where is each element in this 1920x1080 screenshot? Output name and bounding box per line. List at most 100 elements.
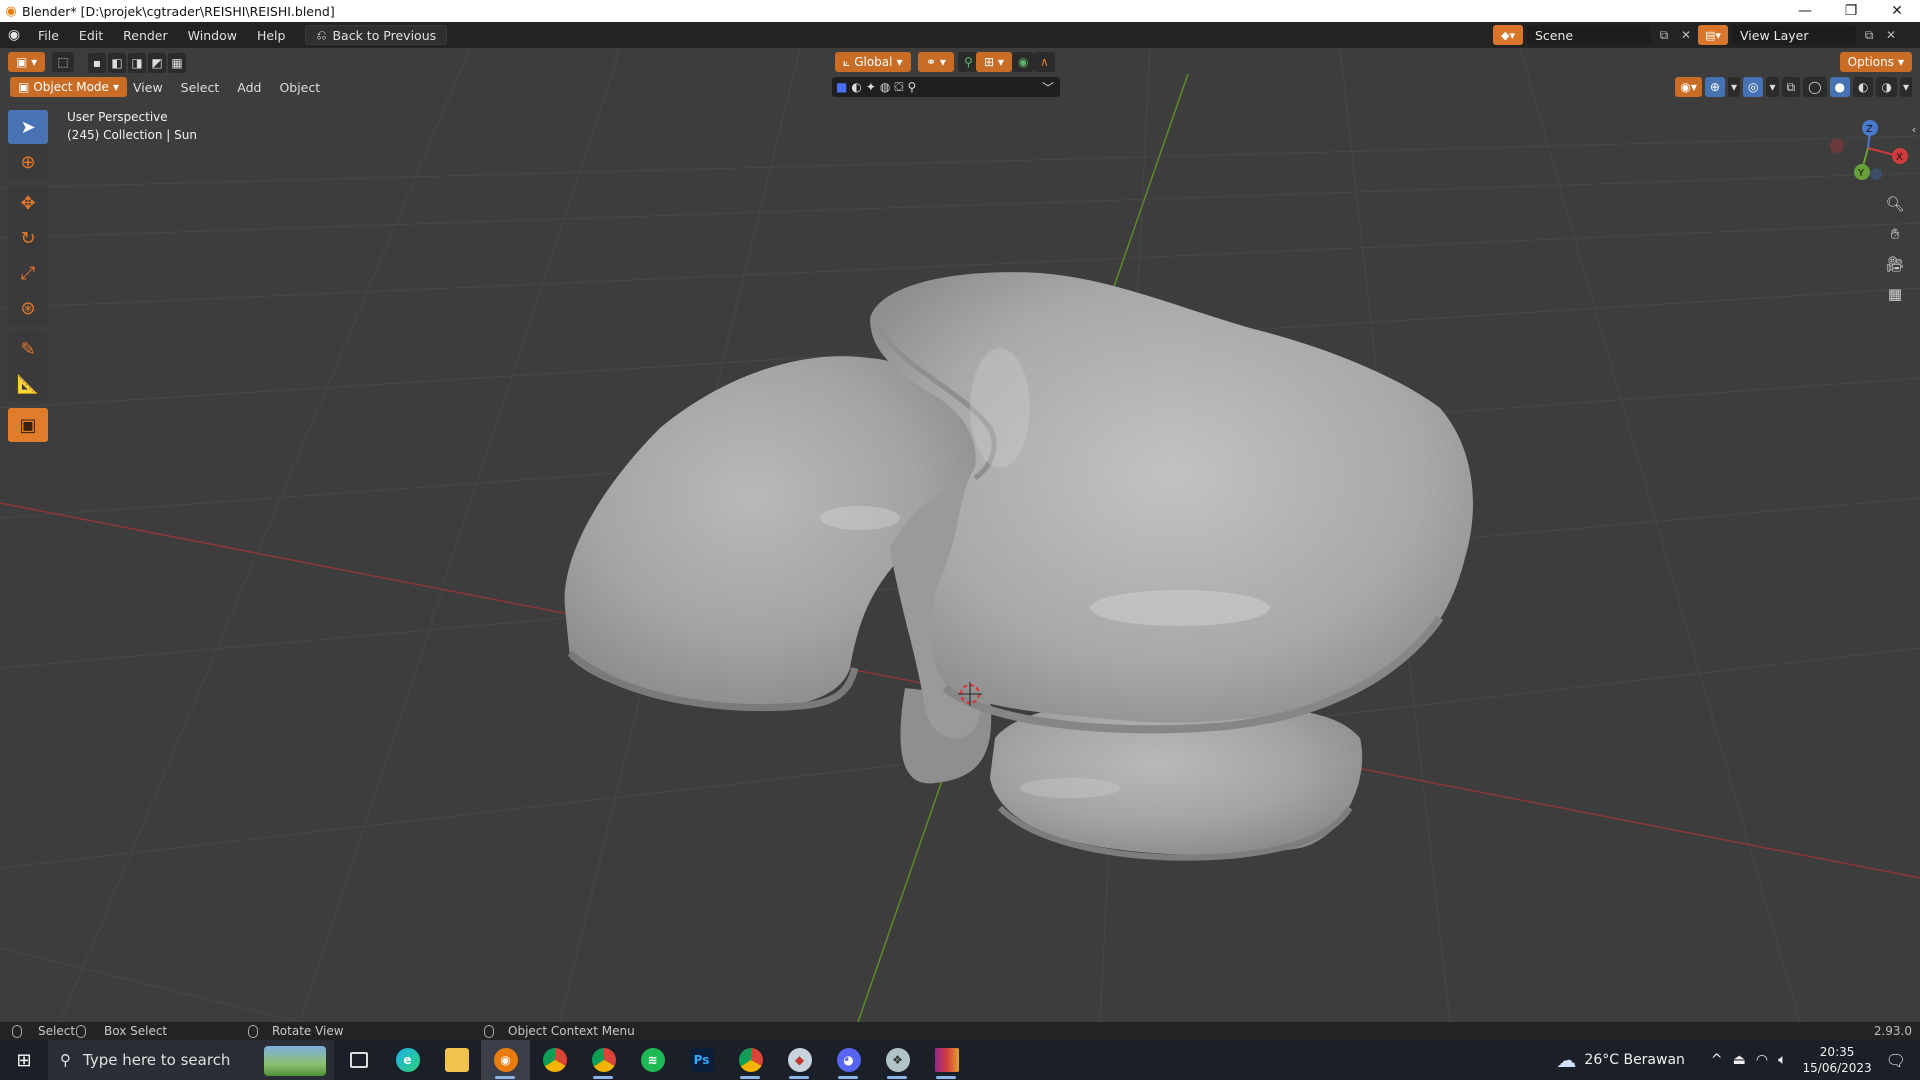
discord-icon[interactable]: ◕ <box>824 1040 873 1080</box>
material-filter-icon[interactable]: ◐ <box>851 80 861 94</box>
solid-shading-icon[interactable]: ● <box>1829 77 1850 97</box>
measure-tool-icon[interactable]: 📐 <box>8 367 48 401</box>
chevron-down-icon[interactable]: ▾ <box>1727 77 1740 97</box>
search-placeholder: Type here to search <box>83 1051 231 1069</box>
file-explorer-icon[interactable] <box>432 1040 481 1080</box>
scene-icon[interactable]: ◆▾ <box>1493 25 1523 45</box>
gizmo-toggle-icon[interactable]: ⊕ <box>1704 77 1725 97</box>
subtract-selection-icon[interactable]: ◨ <box>128 53 146 73</box>
restore-button[interactable]: ❐ <box>1828 0 1874 22</box>
chevron-down-icon[interactable]: ▾ <box>1899 77 1912 97</box>
chrome-profile-icon[interactable] <box>579 1040 628 1080</box>
chrome-app-icon[interactable] <box>726 1040 775 1080</box>
chrome-icon[interactable] <box>530 1040 579 1080</box>
menu-select[interactable]: Select <box>172 80 229 95</box>
delete-view-layer-icon[interactable]: ✕ <box>1882 25 1900 45</box>
falloff-icon[interactable]: ∧ <box>1034 52 1055 72</box>
proportional-edit-icon[interactable]: ◉ <box>1012 52 1035 72</box>
chevron-down-icon[interactable]: ﹀ <box>1042 79 1054 96</box>
menu-render[interactable]: Render <box>113 28 178 43</box>
select-tool-icon[interactable]: ➤ <box>8 110 48 144</box>
editor-type-button[interactable]: ▣ ▾ <box>8 52 46 72</box>
transform-orientation-label: Global <box>854 55 893 69</box>
app-b-icon[interactable]: ❖ <box>873 1040 922 1080</box>
extend-selection-icon[interactable]: ◧ <box>108 53 126 73</box>
world-filter-icon[interactable]: ◍ <box>880 80 890 94</box>
mesh-filter-icon[interactable]: ■ <box>836 80 847 94</box>
navigation-gizmo[interactable]: Z X Y <box>1830 120 1908 180</box>
menu-window[interactable]: Window <box>178 28 247 43</box>
new-scene-icon[interactable]: ⧉ <box>1655 25 1673 45</box>
photoshop-icon[interactable]: Ps <box>677 1040 726 1080</box>
pivot-point-dropdown[interactable]: ⚭ ▾ <box>918 52 954 72</box>
menu-file[interactable]: File <box>28 28 69 43</box>
object-mode-dropdown[interactable]: ▣ Object Mode ▾ <box>10 77 127 97</box>
menu-add[interactable]: Add <box>228 80 270 95</box>
rotate-tool-icon[interactable]: ↻ <box>8 221 48 255</box>
transform-tool-icon[interactable]: ⊛ <box>8 291 48 325</box>
new-view-layer-icon[interactable]: ⧉ <box>1860 25 1878 45</box>
annotate-tool-icon[interactable]: ✎ <box>8 332 48 366</box>
taskbar-search[interactable]: ⚲ Type here to search <box>48 1040 334 1080</box>
invert-selection-icon[interactable]: ◩ <box>148 53 166 73</box>
object-visibility-icon[interactable]: ◉▾ <box>1675 77 1702 97</box>
task-view-icon[interactable] <box>334 1040 383 1080</box>
app-a-icon[interactable]: ◆ <box>775 1040 824 1080</box>
transform-orientation-dropdown[interactable]: ⟀ Global ▾ <box>835 52 911 72</box>
menu-help[interactable]: Help <box>247 28 296 43</box>
snap-target-dropdown[interactable]: ⊞ ▾ <box>976 52 1012 72</box>
menu-object[interactable]: Object <box>270 80 329 95</box>
select-tool-mini-icon[interactable]: ⬚ <box>52 52 74 72</box>
scene-field[interactable]: Scene <box>1527 25 1651 45</box>
back-to-previous-button[interactable]: ⎌ Back to Previous <box>305 25 448 45</box>
wifi-icon[interactable]: ◠ <box>1756 1052 1768 1068</box>
cursor-tool-icon[interactable]: ⊕ <box>8 145 48 179</box>
taskbar-clock[interactable]: 20:35 15/06/2023 <box>1803 1044 1872 1076</box>
intersect-selection-icon[interactable]: ▦ <box>168 53 186 73</box>
search-icon[interactable]: ⚲ <box>908 80 917 94</box>
view-layer-field[interactable]: View Layer <box>1732 25 1856 45</box>
camera-view-icon[interactable]: 🎥︎ <box>1884 253 1906 275</box>
menu-view[interactable]: View <box>124 80 172 95</box>
ortho-toggle-icon[interactable]: ▦ <box>1884 283 1906 305</box>
overlay-toggle-icon[interactable]: ◎ <box>1742 77 1764 97</box>
chevron-down-icon: ▾ <box>1897 55 1904 69</box>
add-cube-tool-icon[interactable]: ▣ <box>8 408 48 442</box>
tray-chevron-icon[interactable]: ^ <box>1711 1052 1723 1068</box>
blender-menu-icon[interactable]: ◉ <box>0 27 28 43</box>
minimize-button[interactable]: — <box>1782 0 1828 22</box>
reishi-mesh[interactable] <box>564 272 1473 861</box>
xray-toggle-icon[interactable]: ⧉ <box>1781 77 1801 97</box>
winrar-icon[interactable] <box>922 1040 971 1080</box>
weather-cloud-icon[interactable]: ☁ <box>1556 1048 1576 1072</box>
zoom-icon[interactable]: 🔍︎ <box>1884 193 1906 215</box>
menu-edit[interactable]: Edit <box>69 28 113 43</box>
rendered-shading-icon[interactable]: ◑ <box>1876 77 1897 97</box>
light-filter-icon[interactable]: ✦ <box>866 80 876 94</box>
material-shading-icon[interactable]: ◐ <box>1853 77 1874 97</box>
title-bar: ◉ Blender* [D:\projek\cgtrader\REISHI\RE… <box>0 0 1920 22</box>
notification-icon[interactable]: 🗨︎ <box>1886 1051 1906 1070</box>
windows-start-icon[interactable]: ⊞ <box>0 1040 48 1080</box>
chevron-down-icon[interactable]: ▾ <box>1766 77 1779 97</box>
close-button[interactable]: ✕ <box>1874 0 1920 22</box>
options-dropdown[interactable]: Options ▾ <box>1839 52 1912 72</box>
pan-hand-icon[interactable]: ✋︎ <box>1884 223 1906 245</box>
weather-label[interactable]: 26°C Berawan <box>1584 1052 1685 1068</box>
move-tool-icon[interactable]: ✥ <box>8 186 48 220</box>
wireframe-shading-icon[interactable]: ◯ <box>1803 77 1827 97</box>
spotify-icon[interactable]: ≋ <box>628 1040 677 1080</box>
delete-scene-icon[interactable]: ✕ <box>1677 25 1695 45</box>
3d-viewport[interactable]: Z X Y ▣ ▾ ⬚ ▪ ◧ ◨ ◩ ▦ ⟀ Global ▾ ⚭ ▾ ⚲ ⊞… <box>0 48 1920 1022</box>
volume-icon[interactable]: 🔈︎ <box>1778 1052 1786 1068</box>
camera-filter-icon[interactable]: ⛋ <box>894 80 903 95</box>
edge-icon[interactable]: e <box>383 1040 432 1080</box>
mouse-right-icon <box>484 1024 494 1038</box>
usb-icon[interactable]: ⏏ <box>1733 1052 1746 1068</box>
blender-taskbar-icon[interactable]: ◉ <box>481 1040 530 1080</box>
sidebar-toggle-icon[interactable]: ‹ <box>1908 118 1920 140</box>
top-menu-bar: ◉ File Edit Render Window Help ⎌ Back to… <box>0 22 1920 48</box>
set-selection-icon[interactable]: ▪ <box>88 53 106 73</box>
scale-tool-icon[interactable]: ⤢ <box>8 256 48 290</box>
view-layer-icon[interactable]: ▤▾ <box>1698 25 1728 45</box>
